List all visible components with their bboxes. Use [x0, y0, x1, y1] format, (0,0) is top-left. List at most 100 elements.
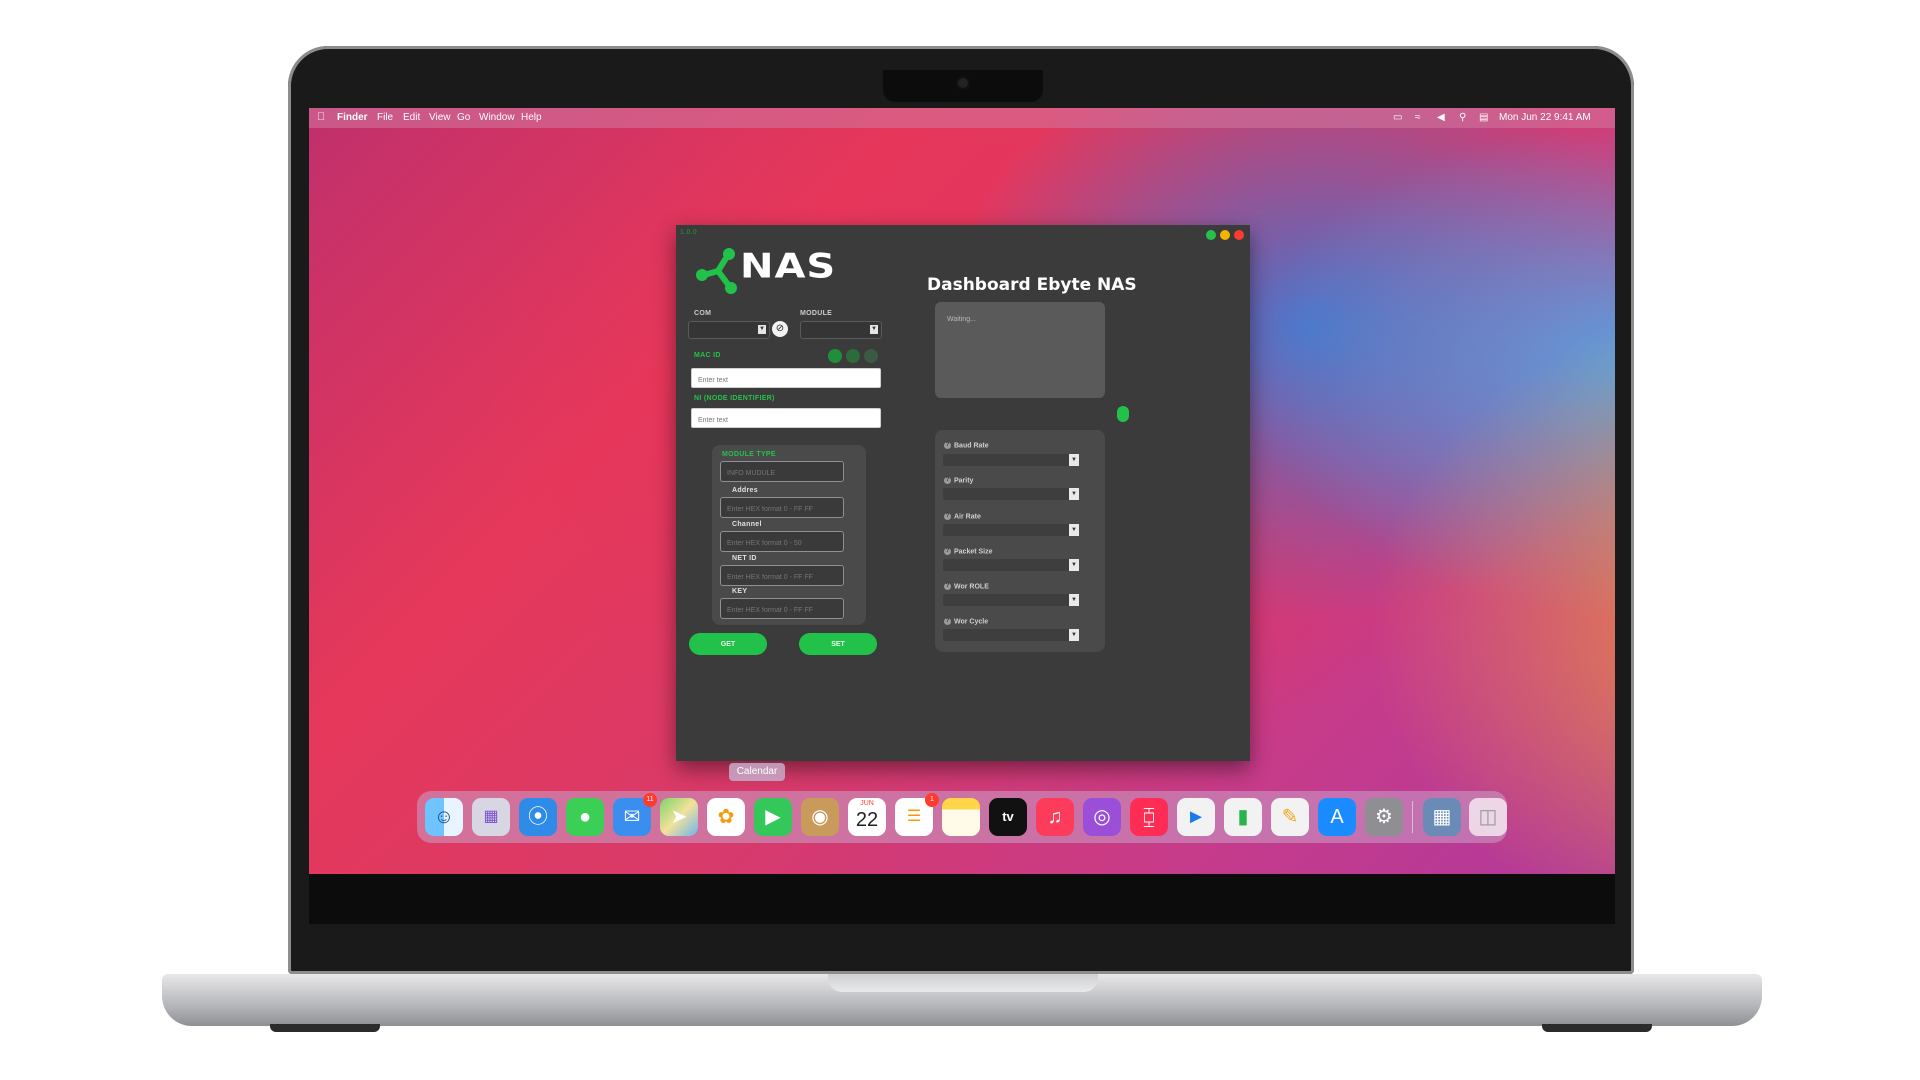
menu-window[interactable]: Window	[479, 112, 515, 123]
downloads-folder-icon[interactable]: ▦	[1423, 798, 1461, 836]
music-icon[interactable]: ♫	[1036, 798, 1074, 836]
trash-icon[interactable]: ◫	[1469, 798, 1507, 836]
net-id-label: NET ID	[732, 555, 757, 562]
news-icon[interactable]: ⧮	[1130, 798, 1168, 836]
menu-finder[interactable]: Finder	[337, 112, 368, 123]
notes-icon[interactable]	[942, 798, 980, 836]
app-store-icon[interactable]: A	[1318, 798, 1356, 836]
numbers-icon[interactable]: ▮	[1224, 798, 1262, 836]
tv-label: tv	[1002, 809, 1014, 824]
dock-divider	[1412, 801, 1413, 833]
calendar-icon[interactable]: JUN 22	[848, 798, 886, 836]
log-text: Waiting...	[947, 316, 976, 323]
module-select[interactable]: ▼	[800, 321, 882, 339]
air-rate-label: ? Air Rate	[944, 513, 981, 521]
mac-id-input[interactable]	[691, 368, 892, 390]
refresh-ports-icon[interactable]: ⊘	[772, 321, 788, 337]
facetime-icon[interactable]: ▶	[754, 798, 792, 836]
safari-icon[interactable]: ⦿	[519, 798, 557, 836]
tv-icon[interactable]: tv	[989, 798, 1027, 836]
help-icon[interactable]: ?	[944, 513, 951, 520]
dock-tooltip: Calendar	[729, 763, 785, 781]
screen-mirroring-icon[interactable]: ▭	[1393, 112, 1402, 123]
delete-icon[interactable]	[828, 349, 842, 363]
desktop-screen:  Finder File Edit View Go Window Help ▭…	[309, 108, 1615, 874]
chevron-down-icon: ▼	[1069, 524, 1079, 536]
window-maximize-button[interactable]	[1206, 230, 1216, 240]
com-select[interactable]: ▼	[688, 321, 770, 339]
baud-rate-select[interactable]: ▼	[943, 454, 1079, 466]
launchpad-icon[interactable]: ▦	[472, 798, 510, 836]
channel-input[interactable]	[720, 531, 855, 553]
parity-select[interactable]: ▼	[943, 488, 1079, 500]
set-button[interactable]: SET	[799, 633, 877, 655]
menu-file[interactable]: File	[377, 112, 393, 123]
podcasts-icon[interactable]: ◎	[1083, 798, 1121, 836]
spotlight-icon[interactable]: ⚲	[1459, 112, 1466, 123]
config-panel: ? Baud Rate ▼ ? Parity ▼ ? Air Rate ▼ ? Pack…	[935, 430, 1105, 652]
chevron-down-icon: ▼	[1069, 629, 1079, 641]
wor-role-select[interactable]: ▼	[943, 594, 1079, 606]
chevron-down-icon: ▼	[1069, 454, 1079, 466]
edit-icon[interactable]	[864, 349, 878, 363]
get-button[interactable]: GET	[689, 633, 767, 655]
info-module-input[interactable]	[720, 461, 855, 483]
wor-cycle-select[interactable]: ▼	[943, 629, 1079, 641]
finder-icon[interactable]: ☺	[425, 798, 463, 836]
help-icon[interactable]: ?	[944, 477, 951, 484]
help-icon[interactable]: ?	[944, 618, 951, 625]
volume-icon[interactable]: ◀	[1437, 112, 1445, 123]
contacts-icon[interactable]: ◉	[801, 798, 839, 836]
window-minimize-button[interactable]	[1220, 230, 1230, 240]
menu-edit[interactable]: Edit	[403, 112, 420, 123]
copy-icon[interactable]	[846, 349, 860, 363]
help-icon[interactable]: ?	[944, 442, 951, 449]
menu-clock[interactable]: Mon Jun 22 9:41 AM	[1499, 112, 1591, 123]
com-label: COM	[694, 310, 712, 317]
apple-icon[interactable]: 	[317, 111, 325, 123]
window-close-button[interactable]	[1234, 230, 1244, 240]
key-input[interactable]	[720, 598, 855, 620]
packet-size-select[interactable]: ▼	[943, 559, 1079, 571]
version-label: 1.0.0	[680, 229, 698, 236]
air-rate-select[interactable]: ▼	[943, 524, 1079, 536]
help-icon[interactable]: ?	[944, 548, 951, 555]
key-label: KEY	[732, 588, 748, 595]
net-id-input[interactable]	[720, 565, 855, 587]
log-output: Waiting...	[935, 302, 1105, 398]
address-input[interactable]	[720, 497, 855, 519]
menu-go[interactable]: Go	[457, 112, 470, 123]
nas-logo-icon	[694, 247, 742, 295]
module-label: MODULE	[800, 310, 833, 317]
ni-label: NI (NODE IDENTIFIER)	[694, 395, 775, 402]
channel-label: Channel	[732, 521, 762, 528]
page-title: Dashboard Ebyte NAS	[927, 275, 1137, 295]
chevron-down-icon: ▼	[870, 325, 878, 334]
messages-icon[interactable]: ●	[566, 798, 604, 836]
pages-icon[interactable]: ✎	[1271, 798, 1309, 836]
system-preferences-icon[interactable]: ⚙	[1365, 798, 1403, 836]
help-icon[interactable]: ?	[944, 583, 951, 590]
wifi-icon[interactable]: ≈	[1415, 112, 1421, 123]
maps-icon[interactable]: ➤	[660, 798, 698, 836]
menu-help[interactable]: Help	[521, 112, 542, 123]
menu-view[interactable]: View	[429, 112, 451, 123]
packet-size-label: ? Packet Size	[944, 548, 993, 556]
chevron-down-icon: ▼	[1069, 488, 1079, 500]
laptop-foot-left	[270, 1024, 380, 1032]
laptop-opening-notch	[828, 974, 1098, 992]
keynote-icon[interactable]: ►	[1177, 798, 1215, 836]
ni-input[interactable]	[691, 408, 892, 430]
address-label: Addres	[732, 487, 758, 494]
photos-icon[interactable]: ✿	[707, 798, 745, 836]
wor-role-label: ? Wor ROLE	[944, 583, 989, 591]
menu-bar:  Finder File Edit View Go Window Help ▭…	[309, 108, 1615, 128]
parity-label: ? Parity	[944, 477, 974, 485]
laptop-foot-right	[1542, 1024, 1652, 1032]
control-center-icon[interactable]: ▤	[1479, 112, 1488, 123]
calendar-day: 22	[855, 809, 879, 831]
reminders-badge: 1	[925, 793, 939, 807]
status-indicator-icon[interactable]	[1117, 406, 1129, 422]
logo-text: NAS	[740, 247, 837, 287]
wor-cycle-label: ? Wor Cycle	[944, 618, 989, 626]
